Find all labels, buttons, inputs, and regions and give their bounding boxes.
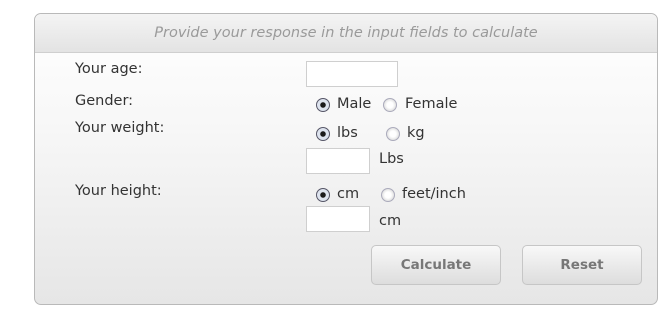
gender-label: Gender:: [75, 93, 134, 109]
reset-button[interactable]: Reset: [522, 245, 642, 285]
height-input[interactable]: [306, 206, 370, 232]
calculate-button[interactable]: Calculate: [371, 245, 501, 285]
gender-male-radio[interactable]: [316, 98, 330, 112]
age-input[interactable]: [306, 61, 398, 87]
height-unit: cm: [379, 213, 402, 229]
height-feet-inch-label: feet/inch: [402, 186, 466, 202]
age-label: Your age:: [75, 61, 143, 77]
height-feet-inch-radio[interactable]: [381, 188, 395, 202]
height-cm-label: cm: [337, 186, 360, 202]
weight-lbs-radio[interactable]: [316, 127, 330, 141]
weight-kg-radio[interactable]: [386, 127, 400, 141]
weight-kg-label: kg: [407, 125, 425, 141]
gender-male-label: Male: [337, 96, 372, 112]
height-label: Your height:: [75, 183, 162, 199]
gender-female-radio[interactable]: [383, 98, 397, 112]
form-header: Provide your response in the input field…: [35, 14, 657, 53]
weight-label: Your weight:: [75, 120, 165, 136]
weight-lbs-label: lbs: [337, 125, 358, 141]
gender-female-label: Female: [405, 96, 458, 112]
weight-input[interactable]: [306, 148, 370, 174]
height-cm-radio[interactable]: [316, 188, 330, 202]
weight-unit: Lbs: [379, 151, 404, 167]
